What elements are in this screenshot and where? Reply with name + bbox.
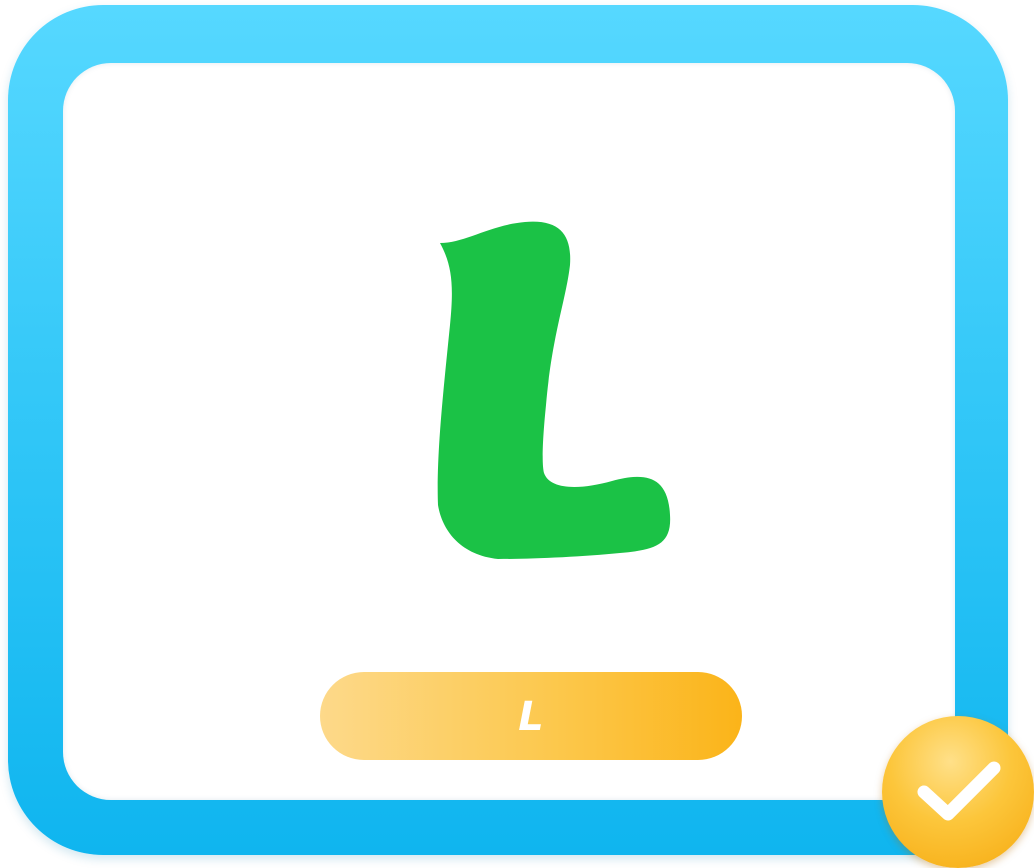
answer-option-button[interactable]: L [320, 672, 742, 760]
letter-l-shape [437, 221, 671, 559]
big-letter-glyph [420, 205, 690, 575]
checkmark-icon [917, 761, 1001, 821]
confirm-button[interactable] [882, 716, 1034, 868]
answer-option-label: L [518, 694, 544, 740]
flashcard-screen: L [0, 0, 1034, 868]
